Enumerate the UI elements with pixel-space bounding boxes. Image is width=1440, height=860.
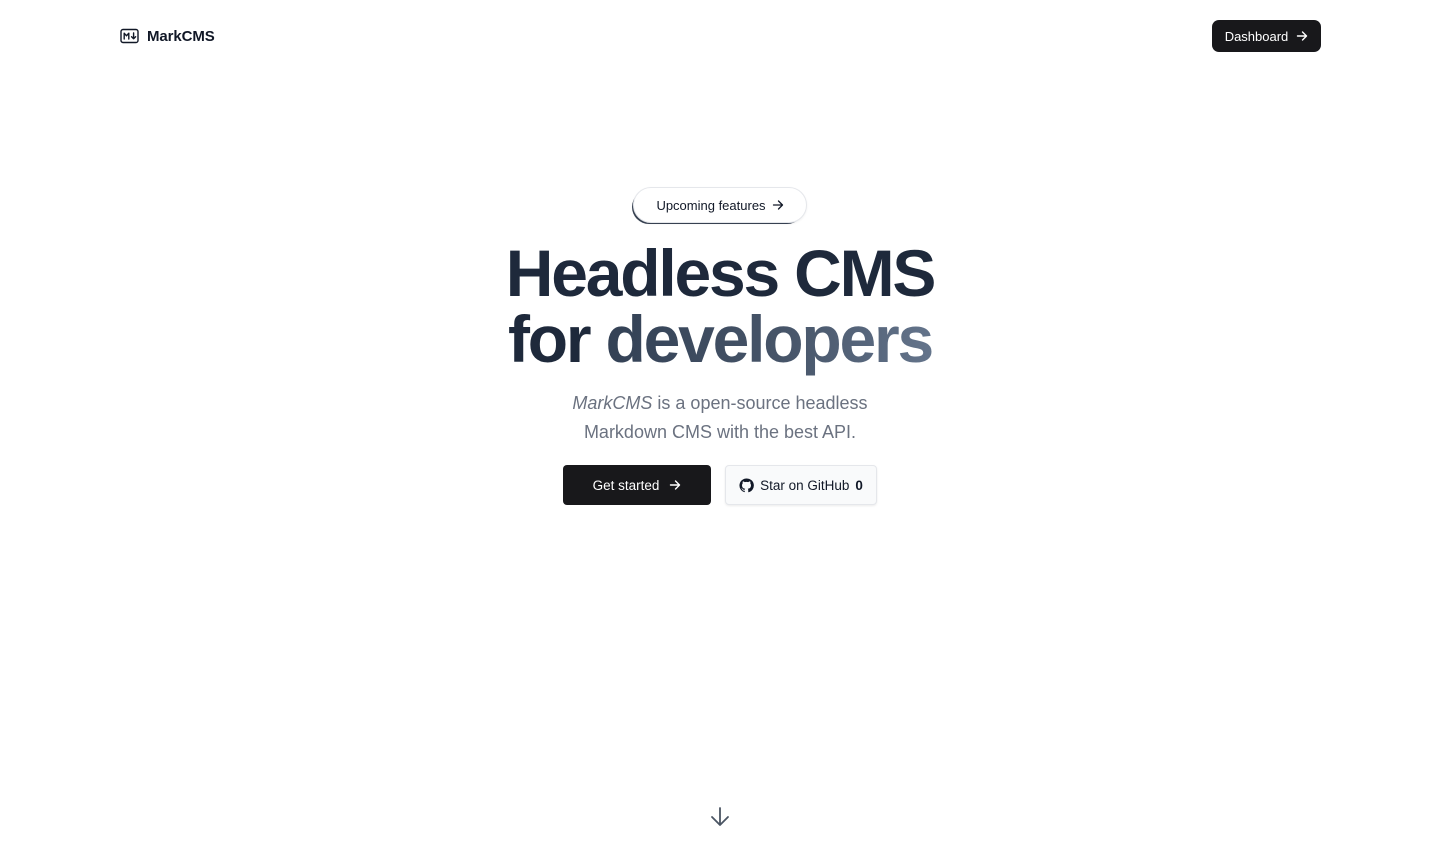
subtitle-product-name: MarkCMS	[572, 393, 653, 413]
hero-subtitle: MarkCMS is a open-source headless Markdo…	[0, 389, 1440, 447]
markdown-icon	[120, 28, 139, 44]
arrow-right-icon	[670, 480, 681, 490]
upcoming-features-label: Upcoming features	[656, 197, 766, 213]
upcoming-features-pill[interactable]: Upcoming features	[633, 187, 807, 223]
headline-line-2: for developers	[0, 306, 1440, 372]
github-star-count: 0	[855, 477, 863, 493]
subtitle-rest: is a open-source headless	[652, 393, 868, 413]
subtitle-line-2: Markdown CMS with the best API.	[583, 422, 857, 442]
brand-name: MarkCMS	[147, 27, 215, 45]
github-star-label: Star on GitHub	[760, 477, 850, 493]
hero-headline: Headless CMS for developers	[0, 240, 1440, 372]
arrow-right-icon	[772, 200, 783, 210]
headline-line-1: Headless CMS	[505, 236, 937, 310]
scroll-down-button[interactable]	[709, 806, 731, 828]
get-started-label: Get started	[592, 477, 660, 493]
landing-page: MarkCMS Dashboard Upcoming features Head…	[0, 0, 1440, 860]
get-started-button[interactable]: Get started	[563, 465, 711, 505]
headline-prefix: for	[507, 302, 592, 376]
site-header: MarkCMS Dashboard	[0, 0, 1440, 72]
dashboard-button[interactable]: Dashboard	[1212, 20, 1321, 52]
arrow-right-icon	[1297, 31, 1308, 41]
github-star-button[interactable]: Star on GitHub 0	[725, 465, 877, 505]
brand-link[interactable]: MarkCMS	[120, 24, 215, 48]
github-icon	[739, 477, 754, 492]
dashboard-button-label: Dashboard	[1224, 28, 1289, 44]
subtitle-line-1: MarkCMS is a open-source headless	[0, 389, 1440, 418]
headline-accent: developers	[605, 302, 935, 376]
arrow-down-icon	[711, 807, 729, 826]
